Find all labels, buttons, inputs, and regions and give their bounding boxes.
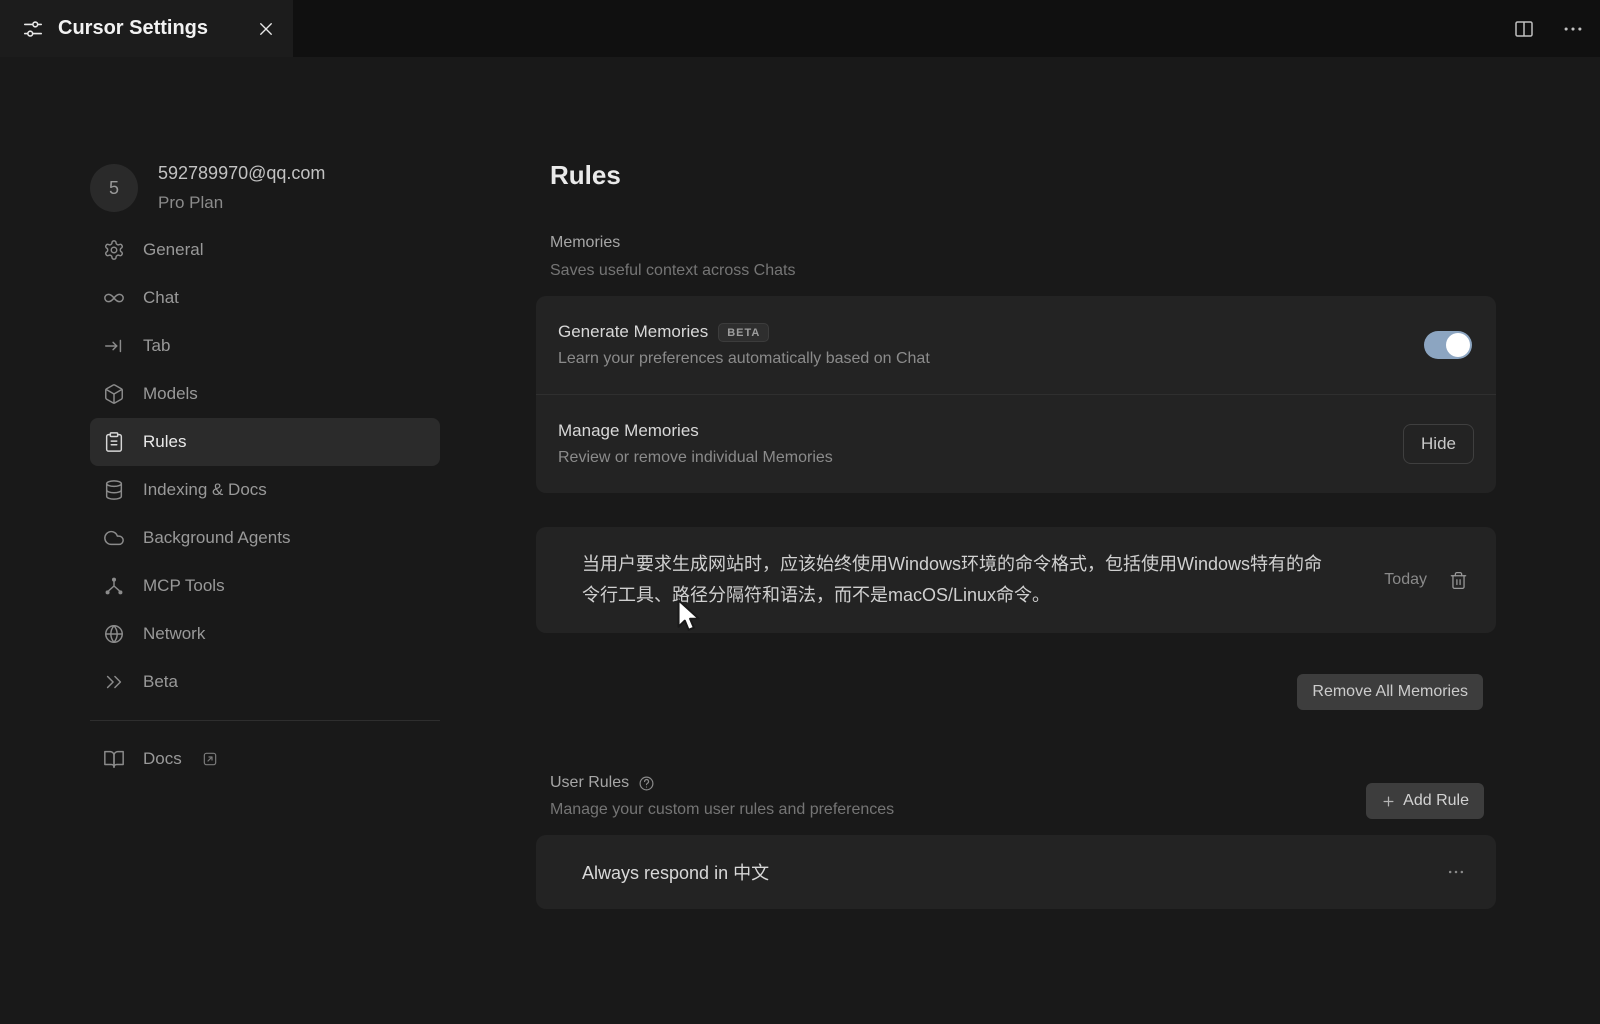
sidebar-item-background-agents[interactable]: Background Agents: [90, 514, 440, 562]
trash-icon[interactable]: [1449, 571, 1468, 590]
user-rule-text: Always respond in 中文: [582, 863, 770, 883]
remove-all-memories-button[interactable]: Remove All Memories: [1297, 674, 1483, 710]
manage-memories-row: Manage Memories Review or remove individ…: [536, 395, 1496, 493]
split-editor-icon[interactable]: [1512, 17, 1536, 41]
sidebar-item-mcp-tools[interactable]: MCP Tools: [90, 562, 440, 610]
sidebar-item-chat[interactable]: Chat: [90, 274, 440, 322]
sidebar-item-label: MCP Tools: [143, 576, 225, 595]
tab-bar: Cursor Settings: [0, 0, 1600, 57]
sidebar-item-label: Tab: [143, 336, 171, 355]
help-circle-icon[interactable]: [638, 775, 655, 792]
sidebar-item-label: Models: [143, 384, 198, 403]
sidebar-nav: General Chat Tab Models Rules Indexing &…: [90, 226, 440, 783]
add-rule-button[interactable]: Add Rule: [1366, 783, 1484, 819]
sidebar-item-rules[interactable]: Rules: [90, 418, 440, 466]
beta-badge: BETA: [718, 322, 770, 342]
sidebar-item-label: Background Agents: [143, 528, 291, 547]
sidebar-item-general[interactable]: General: [90, 226, 440, 274]
sliders-icon: [22, 18, 44, 40]
sidebar-item-indexing-docs[interactable]: Indexing & Docs: [90, 466, 440, 514]
sidebar-item-label: General: [143, 240, 204, 259]
generate-memories-title: Generate Memories: [558, 322, 709, 341]
sidebar-item-label: Indexing & Docs: [143, 480, 267, 499]
generate-memories-row: Generate Memories BETA Learn your prefer…: [536, 296, 1496, 394]
sidebar-item-beta[interactable]: Beta: [90, 658, 440, 706]
user-rules-heading: User Rules: [550, 774, 630, 791]
network-nodes-icon: [103, 575, 125, 597]
sidebar-item-label: Docs: [143, 749, 182, 768]
memories-subheading: Saves useful context across Chats: [550, 262, 796, 279]
rule-more-icon[interactable]: [1446, 862, 1466, 882]
sidebar-item-label: Chat: [143, 288, 179, 307]
generate-memories-subtitle: Learn your preferences automatically bas…: [558, 350, 930, 367]
memory-item-card: 当用户要求生成网站时，应该始终使用Windows环境的命令格式，包括使用Wind…: [536, 527, 1496, 633]
account-info: 5 592789970@qq.com Pro Plan: [90, 160, 460, 216]
arrow-to-bar-icon: [103, 335, 125, 357]
plus-icon: [1381, 794, 1396, 809]
tab-cursor-settings[interactable]: Cursor Settings: [0, 0, 293, 57]
memories-settings-card: Generate Memories BETA Learn your prefer…: [536, 296, 1496, 493]
cube-icon: [103, 383, 125, 405]
memory-text: 当用户要求生成网站时，应该始终使用Windows环境的命令格式，包括使用Wind…: [582, 554, 1323, 605]
globe-icon: [103, 623, 125, 645]
avatar: 5: [90, 164, 138, 212]
generate-memories-toggle[interactable]: [1424, 331, 1472, 359]
account-plan: Pro Plan: [158, 193, 224, 212]
sidebar-item-models[interactable]: Models: [90, 370, 440, 418]
tab-close-icon[interactable]: [257, 20, 275, 38]
clipboard-icon: [103, 431, 125, 453]
hide-button[interactable]: Hide: [1403, 424, 1474, 464]
sidebar-divider: [90, 720, 440, 721]
sidebar-item-tab[interactable]: Tab: [90, 322, 440, 370]
more-actions-icon[interactable]: [1562, 18, 1584, 40]
sidebar-item-label: Beta: [143, 672, 178, 691]
sidebar-item-network[interactable]: Network: [90, 610, 440, 658]
user-rules-subheading: Manage your custom user rules and prefer…: [550, 801, 895, 818]
tab-title: Cursor Settings: [58, 17, 209, 39]
rules-settings-panel: Rules Memories Saves useful context acro…: [536, 57, 1496, 1024]
account-email: 592789970@qq.com: [158, 163, 326, 183]
sidebar-item-label: Rules: [143, 432, 187, 451]
infinity-icon: [103, 287, 125, 309]
memory-date: Today: [1384, 571, 1427, 588]
manage-memories-subtitle: Review or remove individual Memories: [558, 449, 833, 466]
book-icon: [103, 748, 125, 770]
user-rule-item-card: Always respond in 中文: [536, 835, 1496, 909]
external-link-icon: [202, 751, 218, 767]
page-title: Rules: [550, 160, 621, 190]
sidebar-item-label: Network: [143, 624, 206, 643]
database-icon: [103, 479, 125, 501]
gear-icon: [103, 239, 125, 261]
settings-sidebar: 5 592789970@qq.com Pro Plan General Chat…: [0, 57, 460, 1024]
manage-memories-title: Manage Memories: [558, 421, 699, 440]
toggle-knob: [1446, 333, 1470, 357]
double-chevron-icon: [103, 671, 125, 693]
add-rule-label: Add Rule: [1403, 792, 1469, 809]
memories-heading: Memories: [550, 234, 621, 251]
sidebar-item-docs[interactable]: Docs: [90, 735, 440, 783]
cloud-icon: [103, 527, 125, 549]
